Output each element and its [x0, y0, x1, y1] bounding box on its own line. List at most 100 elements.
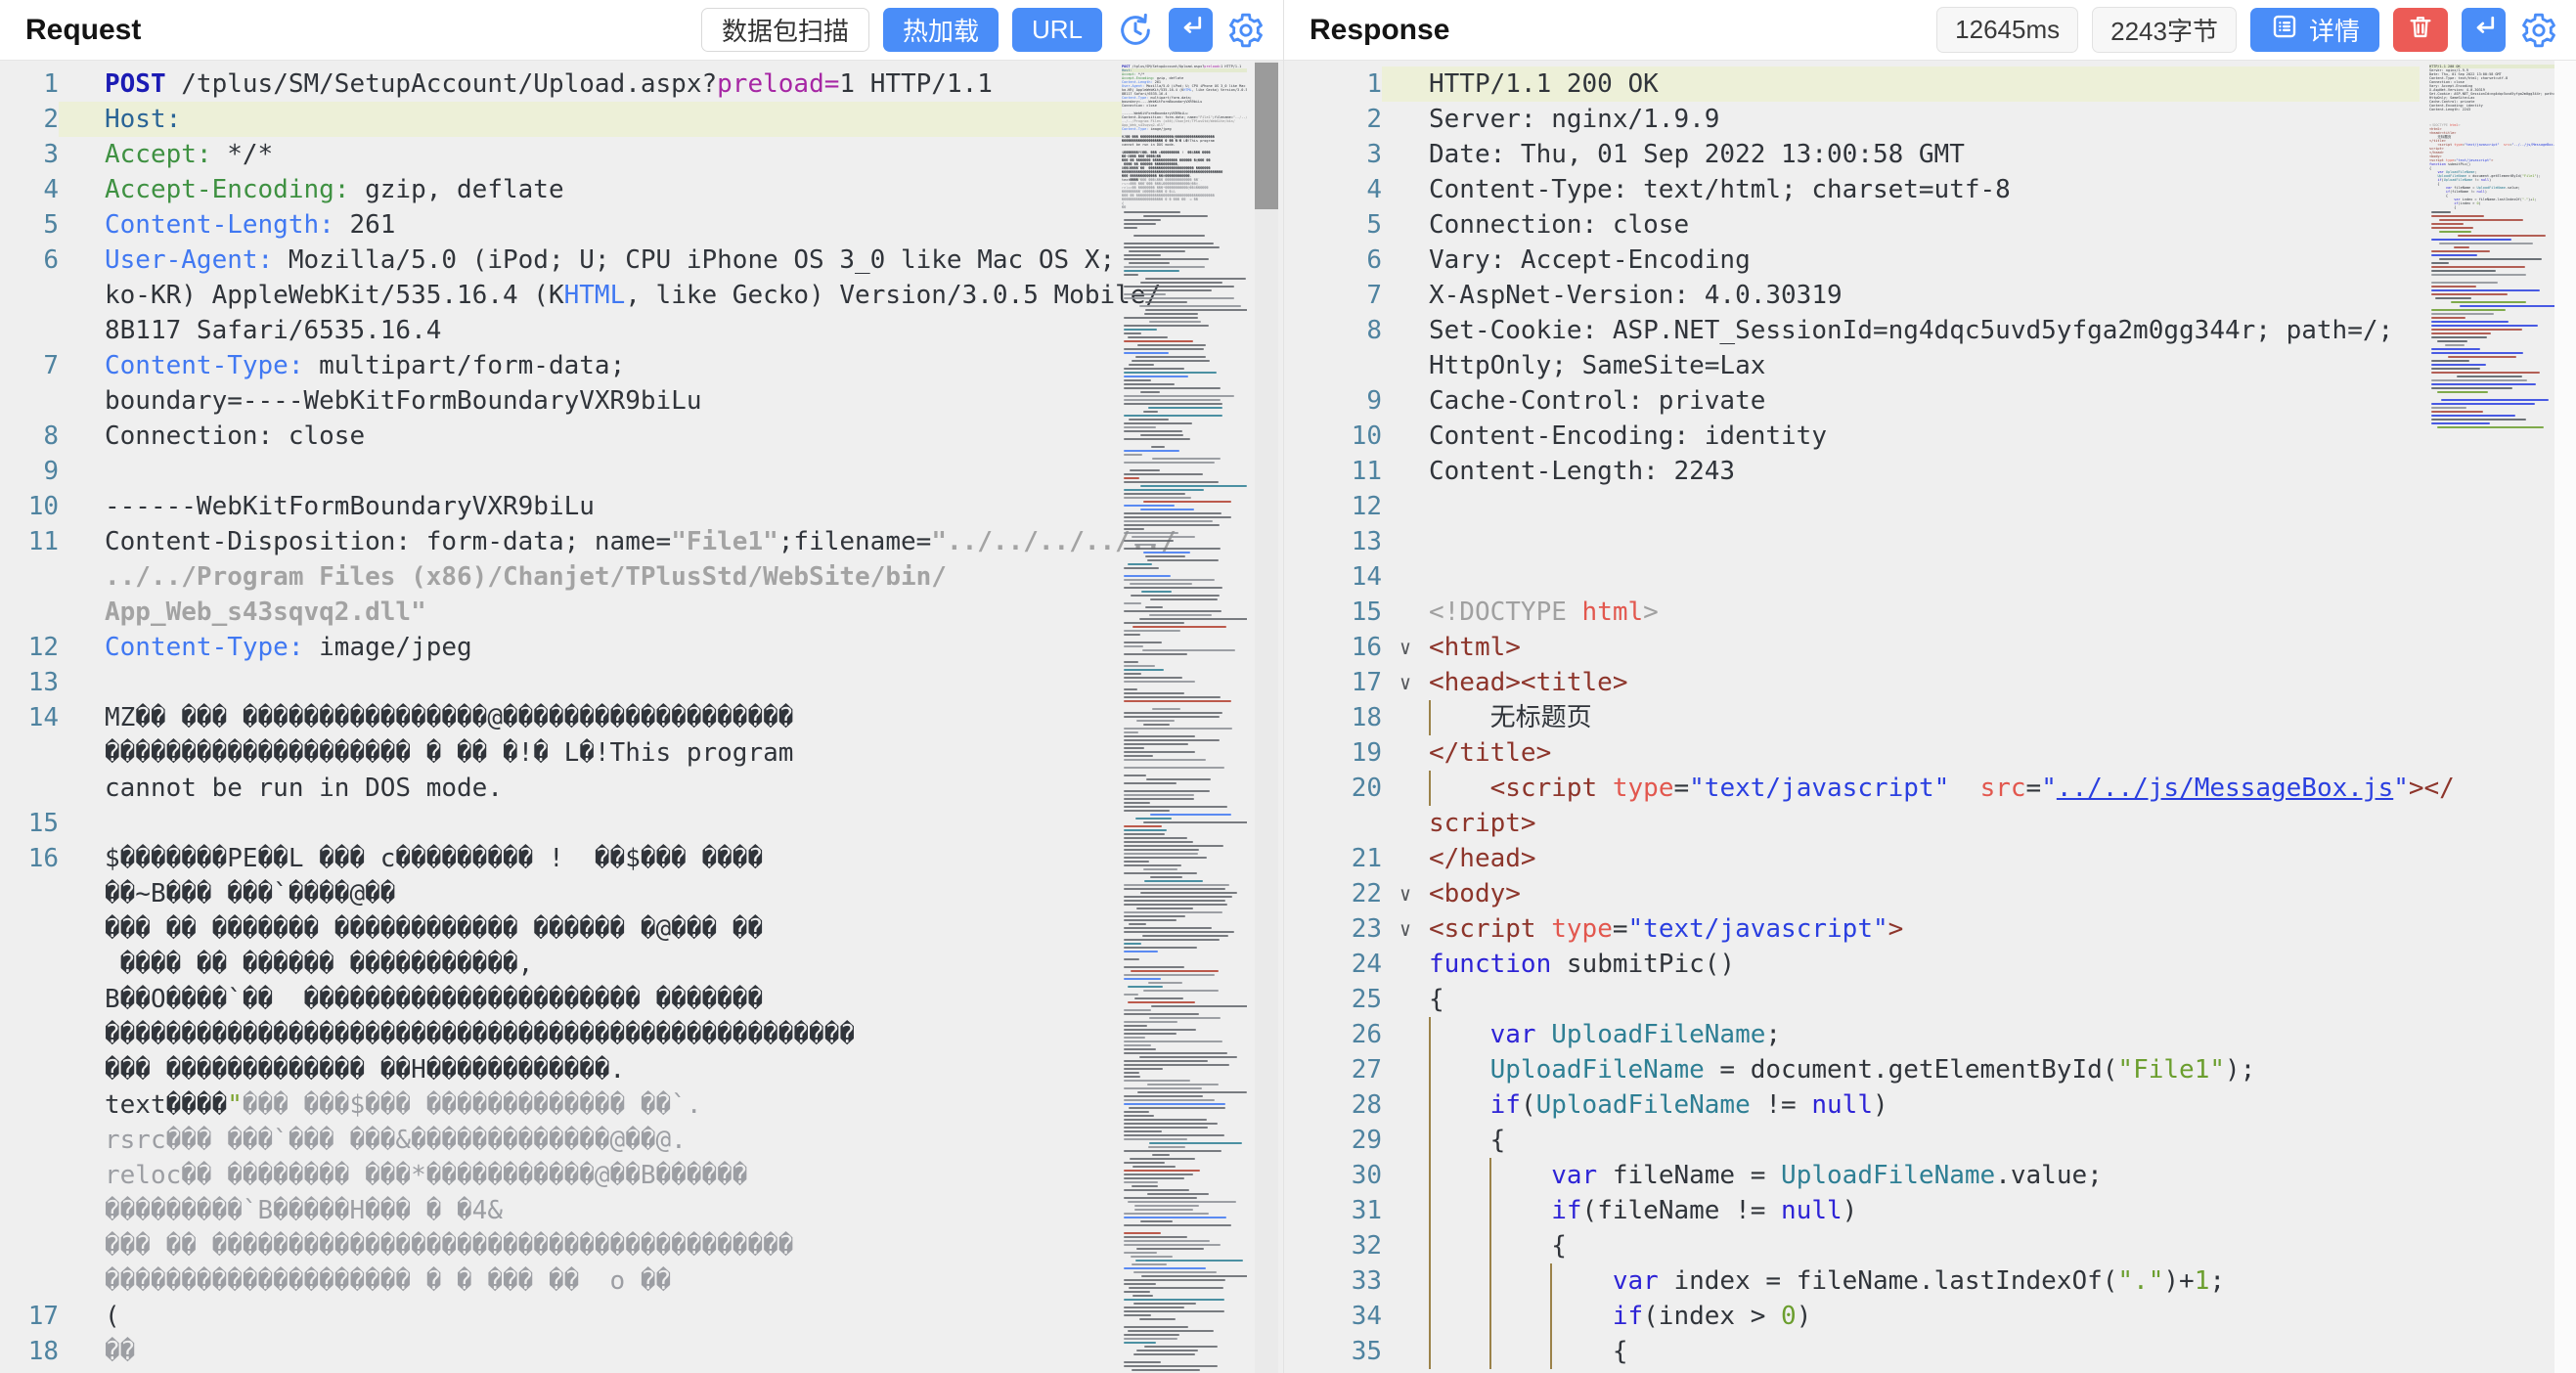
line-number	[0, 911, 59, 947]
indent-guide	[1489, 1299, 1491, 1334]
fold-gutter	[59, 1087, 105, 1123]
minimap-texture-line	[1124, 1307, 1184, 1308]
fold-gutter	[1382, 1052, 1429, 1087]
minimap-texture-line	[1124, 383, 1175, 385]
request-scrollbar[interactable]	[1255, 61, 1278, 1373]
minimap-texture-line	[1142, 289, 1212, 291]
minimap-texture-line	[1124, 642, 1162, 643]
trash-icon	[2407, 13, 2434, 47]
minimap-texture-line	[1124, 1361, 1161, 1363]
fold-gutter	[1382, 559, 1429, 595]
details-button[interactable]: 详情	[2250, 8, 2379, 52]
minimap-texture-line	[1124, 1060, 1208, 1062]
minimap-texture-line	[1135, 818, 1172, 819]
clear-response-button[interactable]	[2393, 8, 2448, 52]
history-clock-icon[interactable]	[1116, 11, 1155, 50]
minimap-texture-line	[1133, 1303, 1196, 1305]
minimap-texture-line	[2431, 282, 2498, 284]
minimap-texture-line	[1124, 1283, 1156, 1285]
line-number: 10	[0, 489, 59, 524]
request-minimap[interactable]: POST /tplus/SM/SetupAccount/Upload.aspx?…	[1122, 65, 1247, 1373]
fold-gutter	[1382, 243, 1429, 278]
code-line: 18 无标题页	[1284, 700, 2420, 735]
minimap-texture-line	[1124, 900, 1225, 902]
minimap-texture-line	[1124, 516, 1231, 518]
minimap-texture-line	[1124, 1099, 1215, 1101]
request-editor[interactable]: 1POST /tplus/SM/SetupAccount/Upload.aspx…	[0, 61, 1283, 1373]
fold-toggle-icon[interactable]: ∨	[1382, 665, 1429, 700]
fold-gutter	[1382, 1228, 1429, 1263]
fold-toggle-icon[interactable]: ∨	[1382, 630, 1429, 665]
minimap-texture-line	[1124, 489, 1204, 491]
minimap-texture-line	[1141, 1275, 1247, 1277]
settings-gear-icon[interactable]	[1226, 11, 1266, 50]
fold-gutter	[59, 1123, 105, 1158]
minimap-texture-line	[1124, 602, 1141, 604]
fold-gutter	[1382, 595, 1429, 630]
minimap-texture-line	[2439, 243, 2533, 244]
line-number	[0, 1123, 59, 1158]
response-editor[interactable]: 1HTTP/1.1 200 OK2Server: nginx/1.9.93Dat…	[1284, 61, 2576, 1373]
line-number: 17	[1284, 665, 1382, 700]
minimap-texture-line	[1152, 1154, 1170, 1156]
line-number: 27	[1284, 1052, 1382, 1087]
minimap-texture-line	[1124, 399, 1221, 401]
minimap-texture-line	[1136, 908, 1193, 909]
fold-gutter	[59, 700, 105, 735]
request-scrollbar-thumb[interactable]	[1255, 63, 1278, 209]
indent-guide	[1429, 1017, 1431, 1052]
minimap-texture-line	[1124, 1130, 1162, 1132]
minimap-texture-line	[1134, 544, 1156, 546]
minimap-texture-line	[1145, 309, 1247, 311]
fold-gutter	[59, 1052, 105, 1087]
minimap-texture-line	[1124, 958, 1139, 960]
minimap-texture-line	[1124, 857, 1207, 859]
indent-guide	[1429, 771, 1431, 806]
minimap-texture-line	[1124, 481, 1219, 483]
minimap-texture-line	[1124, 403, 1222, 405]
fold-gutter	[1382, 1263, 1429, 1299]
minimap-texture-line	[1145, 555, 1185, 557]
minimap-texture-line	[2431, 336, 2487, 338]
code-line: 8Set-Cookie: ASP.NET_SessionId=ng4dqc5uv…	[1284, 313, 2420, 348]
line-number	[0, 947, 59, 982]
minimap-texture-line	[1124, 270, 1179, 272]
fold-gutter	[1382, 278, 1429, 313]
indent-guide	[1489, 1334, 1491, 1369]
minimap-texture-line	[1124, 211, 1180, 213]
minimap-texture-line	[2431, 368, 2480, 370]
minimap-texture-line	[2437, 340, 2467, 342]
indent-guide	[1489, 1193, 1491, 1228]
minimap-texture-line	[1124, 1240, 1210, 1242]
minimap-texture-line	[1124, 802, 1150, 804]
fold-toggle-icon[interactable]: ∨	[1382, 876, 1429, 911]
code-line: 18��	[0, 1334, 1122, 1369]
minimap-texture-line	[1134, 1205, 1199, 1207]
hot-reload-button[interactable]: 热加载	[883, 8, 999, 52]
code-line: 2Server: nginx/1.9.9	[1284, 102, 2420, 137]
response-minimap[interactable]: HTTP/1.1 200 OKServer: nginx/1.9.9Date: …	[2429, 65, 2554, 1373]
minimap-texture-line	[2431, 360, 2469, 362]
minimap-texture-line	[1124, 1127, 1208, 1129]
fold-gutter	[59, 383, 105, 419]
settings-gear-icon[interactable]	[2519, 11, 2558, 50]
packet-scan-button[interactable]: 数据包扫描	[701, 8, 869, 52]
code-line: 22∨<body>	[1284, 876, 2420, 911]
url-button[interactable]: URL	[1012, 8, 1102, 52]
minimap-texture-line	[1124, 1236, 1187, 1238]
line-number	[0, 383, 59, 419]
minimap-texture-line	[1136, 1350, 1198, 1351]
resend-button[interactable]	[2462, 8, 2506, 52]
fold-toggle-icon[interactable]: ∨	[1382, 911, 1429, 947]
minimap-texture-line	[1143, 868, 1177, 870]
minimap-texture-line	[1124, 422, 1192, 424]
minimap-texture-line	[1130, 583, 1192, 585]
minimap-texture-line	[2431, 254, 2477, 256]
minimap-texture-line	[1124, 767, 1224, 769]
fold-gutter	[59, 172, 105, 207]
minimap-texture-line	[1149, 1142, 1242, 1144]
minimap-texture-line	[1124, 376, 1188, 377]
send-request-button[interactable]	[1169, 8, 1213, 52]
line-number: 3	[0, 137, 59, 172]
minimap-texture-line	[1124, 1232, 1161, 1234]
